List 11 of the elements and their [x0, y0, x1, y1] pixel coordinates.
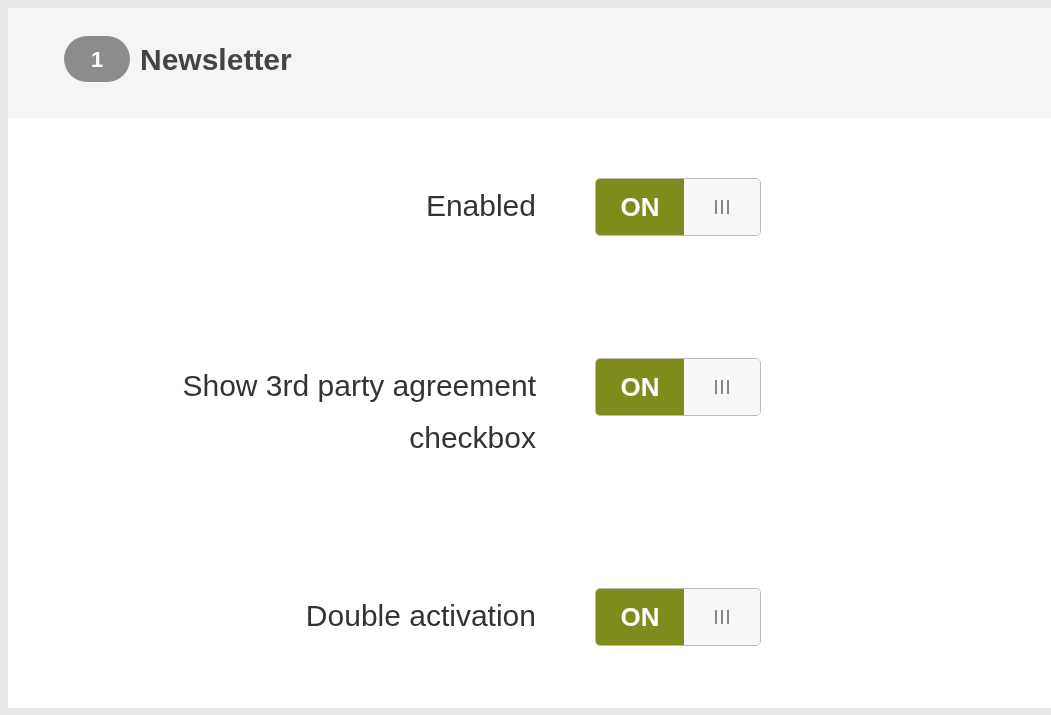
- toggle-switch[interactable]: ON: [595, 178, 761, 236]
- step-badge: 1: [64, 36, 130, 82]
- grip-icon: [713, 199, 731, 215]
- setting-label: Double activation: [304, 598, 536, 634]
- grip-icon: [713, 609, 731, 625]
- setting-label: Show 3rd party agreement checkbox: [181, 368, 536, 456]
- toggle-switch[interactable]: ON: [595, 588, 761, 646]
- toggle-switch[interactable]: ON: [595, 358, 761, 416]
- grip-icon: [713, 379, 731, 395]
- section-title: Newsletter: [140, 41, 292, 78]
- setting-label: Enabled: [424, 188, 536, 224]
